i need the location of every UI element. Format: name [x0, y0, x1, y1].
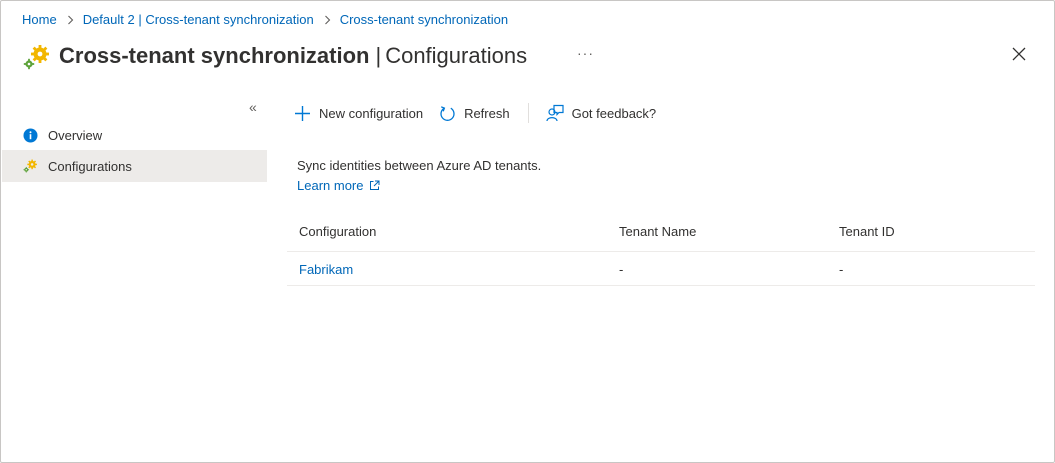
chevron-right-icon [67, 15, 74, 25]
refresh-button[interactable]: Refresh [438, 104, 510, 122]
column-header-tenant-name[interactable]: Tenant Name [619, 224, 696, 239]
column-header-configuration[interactable]: Configuration [299, 224, 376, 239]
feedback-button[interactable]: Got feedback? [545, 104, 657, 122]
table-row[interactable]: Fabrikam - - [287, 252, 1035, 286]
blade-window: Home Default 2 | Cross-tenant synchroniz… [0, 0, 1055, 463]
feedback-label: Got feedback? [571, 105, 657, 121]
page-title: Cross-tenant synchronization [59, 43, 370, 68]
sidebar-item-configurations[interactable]: Configurations [2, 150, 267, 182]
command-bar: New configuration Refresh Got feedback? [293, 101, 656, 125]
title-separator: | [375, 43, 382, 68]
collapse-sidebar-button[interactable]: « [249, 99, 257, 115]
tenant-id-cell: - [839, 262, 844, 277]
breadcrumb-cross-tenant-sync[interactable]: Cross-tenant synchronization [340, 12, 508, 27]
gear-cluster-icon [22, 158, 38, 174]
external-link-icon [370, 180, 380, 190]
gear-cluster-icon [21, 42, 51, 72]
sidebar-item-label: Overview [48, 127, 103, 143]
table-header: Configuration Tenant Name Tenant ID [287, 215, 1035, 252]
new-configuration-label: New configuration [319, 105, 424, 121]
breadcrumb-home[interactable]: Home [22, 12, 57, 27]
more-options-button[interactable]: ··· [577, 45, 594, 61]
column-header-tenant-id[interactable]: Tenant ID [839, 224, 895, 239]
toolbar-divider [527, 103, 529, 123]
chevron-right-icon [324, 15, 331, 25]
page-header: Cross-tenant synchronization | Configura… [21, 40, 527, 72]
breadcrumb-default-2[interactable]: Default 2 | Cross-tenant synchronization [83, 12, 314, 27]
breadcrumb: Home Default 2 | Cross-tenant synchroniz… [22, 12, 508, 27]
tenant-name-cell: - [619, 262, 624, 277]
page-subtitle: Configurations [385, 43, 528, 68]
close-icon[interactable] [1010, 45, 1028, 63]
feedback-icon [545, 104, 564, 122]
learn-more-label: Learn more [297, 178, 364, 193]
sidebar-item-overview[interactable]: Overview [2, 119, 267, 151]
configurations-table: Configuration Tenant Name Tenant ID Fabr… [287, 215, 1035, 286]
refresh-label: Refresh [464, 105, 510, 121]
learn-more-link[interactable]: Learn more [297, 178, 380, 193]
sidebar-item-label: Configurations [48, 158, 132, 174]
info-icon [22, 127, 38, 143]
new-configuration-button[interactable]: New configuration [293, 104, 423, 122]
description-text: Sync identities between Azure AD tenants… [297, 158, 542, 173]
refresh-icon [438, 104, 456, 122]
configuration-link-fabrikam[interactable]: Fabrikam [299, 262, 353, 277]
plus-icon [293, 104, 311, 122]
